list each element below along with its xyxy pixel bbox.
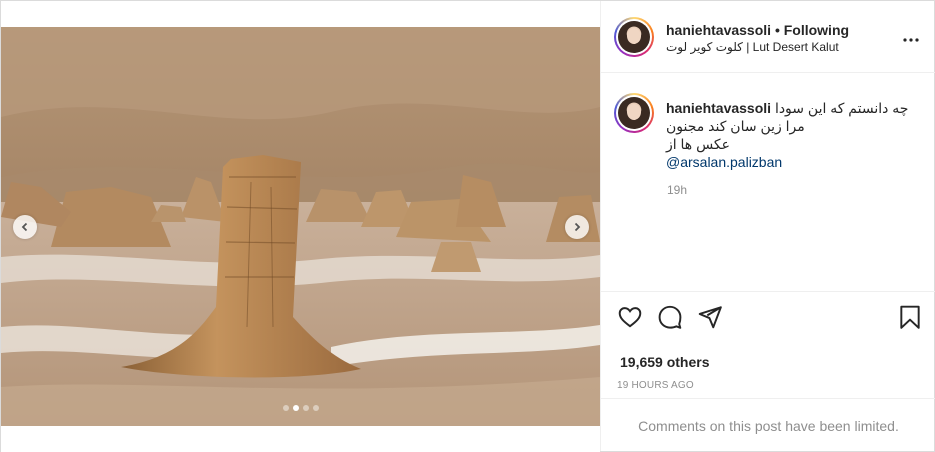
caption-text: haniehtavassoli چه دانستم که این سودا مر… <box>666 99 916 171</box>
profile-picture <box>618 21 650 53</box>
carousel-prev-button[interactable] <box>13 215 37 239</box>
post-photo[interactable] <box>1 27 600 426</box>
post-side-panel: haniehtavassoli • Following کلوت کویر لو… <box>600 1 935 451</box>
carousel-dot-active <box>293 405 299 411</box>
comment-button[interactable] <box>657 304 683 330</box>
avatar[interactable] <box>614 17 654 57</box>
bookmark-icon <box>900 305 920 329</box>
carousel-next-button[interactable] <box>565 215 589 239</box>
carousel-dot <box>283 405 289 411</box>
mention-link[interactable]: @arsalan.palizban <box>666 154 782 170</box>
comment-icon <box>658 305 682 329</box>
instagram-post: haniehtavassoli • Following کلوت کویر لو… <box>0 0 935 452</box>
more-options-icon <box>903 38 919 42</box>
post-media <box>1 1 600 452</box>
heart-icon <box>618 307 642 328</box>
caption-line: عکس ها از <box>666 136 731 152</box>
caption-time: 19h <box>667 183 688 197</box>
carousel-indicator <box>283 405 319 411</box>
chevron-left-icon <box>21 222 28 232</box>
post-header: haniehtavassoli • Following کلوت کویر لو… <box>601 1 935 73</box>
caption-avatar[interactable] <box>614 93 654 133</box>
more-options-button[interactable] <box>903 29 919 47</box>
likes-count[interactable]: 19,659 others <box>620 354 710 370</box>
comments-limited-notice: Comments on this post have been limited. <box>601 398 935 452</box>
header-username-link[interactable]: haniehtavassoli <box>666 22 771 38</box>
desert-kalut-photo <box>1 27 600 426</box>
post-caption: haniehtavassoli چه دانستم که این سودا مر… <box>601 73 935 291</box>
action-bar <box>601 291 935 343</box>
location-link[interactable]: کلوت کویر لوت | Lut Desert Kalut <box>666 39 849 55</box>
share-button[interactable] <box>697 304 723 330</box>
like-button[interactable] <box>617 304 643 330</box>
post-timestamp[interactable]: 19 HOURS AGO <box>617 380 694 391</box>
separator: • <box>774 22 780 38</box>
save-button[interactable] <box>897 304 923 330</box>
chevron-right-icon <box>574 222 581 232</box>
caption-line: چه دانستم که این سودا <box>774 100 909 116</box>
carousel-dot <box>313 405 319 411</box>
share-icon <box>698 306 722 329</box>
profile-picture <box>618 97 650 129</box>
caption-username-link[interactable]: haniehtavassoli <box>666 100 771 116</box>
caption-line: مرا زین سان کند مجنون <box>666 118 805 134</box>
following-button[interactable]: Following <box>784 22 849 38</box>
carousel-dot <box>303 405 309 411</box>
